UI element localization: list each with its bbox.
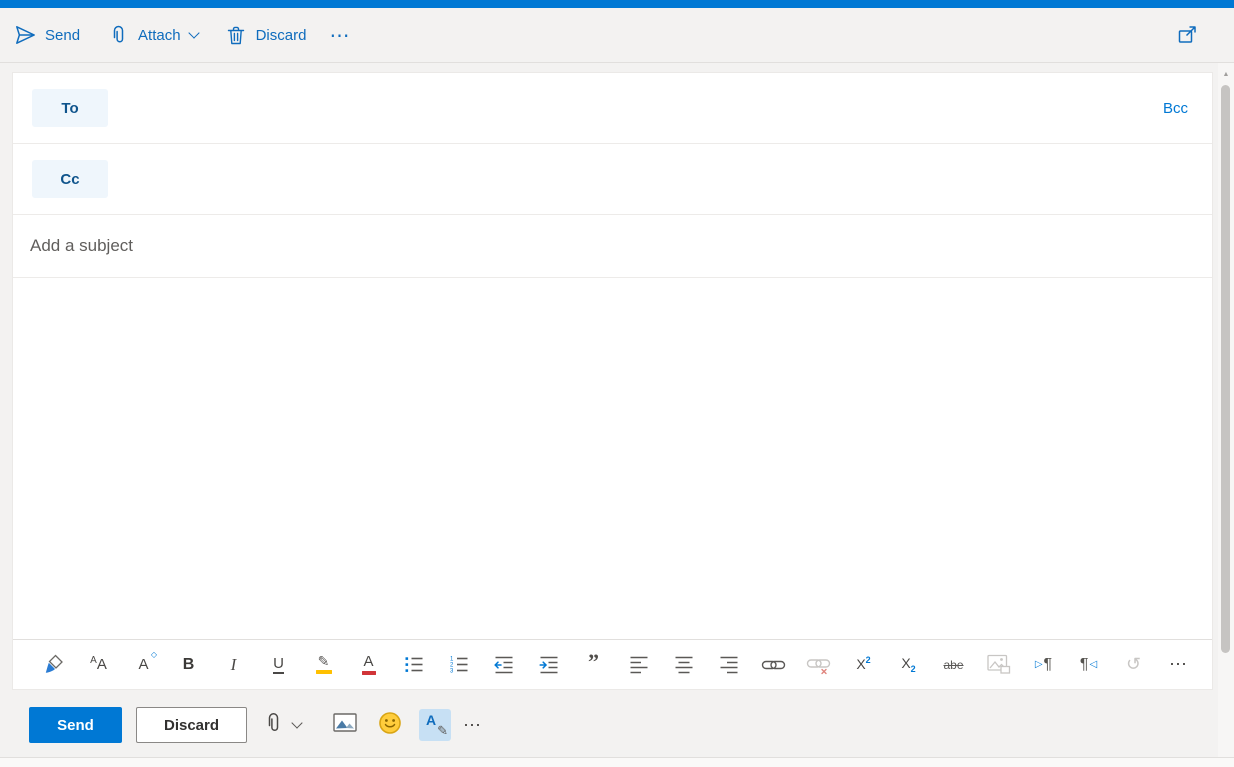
pen-letter: A bbox=[426, 712, 437, 728]
draw-accessibility-button[interactable]: A ✎ bbox=[419, 709, 451, 741]
subject-row bbox=[13, 215, 1212, 278]
format-painter-icon[interactable] bbox=[31, 640, 76, 690]
to-recipients-input[interactable] bbox=[108, 73, 1163, 143]
send-command-label: Send bbox=[45, 26, 81, 44]
left-to-right-icon[interactable]: ▷ ¶ bbox=[1021, 640, 1066, 690]
to-row: To Bcc bbox=[13, 73, 1212, 144]
chevron-down-icon[interactable] bbox=[291, 717, 303, 729]
bulleted-list-icon[interactable] bbox=[391, 640, 436, 690]
bcc-toggle-link[interactable]: Bcc bbox=[1163, 100, 1188, 117]
superscript-glyph: X2 bbox=[856, 655, 871, 672]
font-size-icon[interactable]: A ◇ bbox=[121, 640, 166, 690]
to-button-label: To bbox=[61, 99, 79, 117]
send-icon bbox=[14, 24, 36, 46]
paperclip-icon bbox=[107, 24, 129, 46]
message-body[interactable] bbox=[13, 278, 1212, 639]
right-to-left-glyph: ¶ ◁ bbox=[1079, 655, 1098, 673]
chevron-down-icon bbox=[187, 27, 200, 39]
attach-file-button[interactable] bbox=[262, 703, 303, 747]
paperclip-icon bbox=[262, 711, 284, 740]
vertical-scrollbar[interactable]: ▲ bbox=[1218, 63, 1234, 757]
highlight-color-icon[interactable]: ✎ bbox=[301, 640, 346, 690]
scrollbar-thumb[interactable] bbox=[1221, 85, 1230, 653]
svg-text:3: 3 bbox=[450, 668, 454, 674]
discard-button[interactable]: Discard bbox=[136, 707, 247, 743]
align-left-icon[interactable] bbox=[616, 640, 661, 690]
insert-link-icon[interactable] bbox=[751, 640, 796, 690]
numbered-list-icon[interactable]: 123 bbox=[436, 640, 481, 690]
image-icon bbox=[333, 712, 357, 738]
attach-command[interactable]: Attach bbox=[107, 24, 200, 46]
right-to-left-icon[interactable]: ¶ ◁ bbox=[1066, 640, 1111, 690]
subscript-glyph: X2 bbox=[901, 655, 916, 674]
italic-icon[interactable]: I bbox=[211, 640, 256, 690]
open-in-new-window-icon[interactable] bbox=[1176, 24, 1198, 46]
pencil-icon: ✎ bbox=[437, 723, 448, 738]
strikethrough-icon[interactable]: abe bbox=[931, 640, 976, 690]
insert-picture-icon[interactable] bbox=[976, 640, 1021, 690]
cc-button[interactable]: Cc bbox=[32, 160, 108, 198]
highlight-color-bar bbox=[315, 670, 332, 674]
discard-command[interactable]: Discard bbox=[225, 24, 307, 46]
quote-icon[interactable]: ” bbox=[571, 640, 616, 690]
font-color-icon[interactable]: A bbox=[346, 640, 391, 690]
scroll-up-arrow[interactable]: ▲ bbox=[1218, 71, 1234, 78]
superscript-icon[interactable]: X2 bbox=[841, 640, 886, 690]
more-commands-icon[interactable]: ⋯ bbox=[329, 23, 351, 48]
window-accent-strip bbox=[0, 0, 1234, 8]
formatting-toolbar: AA A ◇ B I U ✎ A 123 ” X2 X2 abe ▷ ¶ ¶ ◁… bbox=[13, 639, 1212, 689]
remove-link-icon[interactable] bbox=[796, 640, 841, 690]
underline-icon[interactable]: U bbox=[256, 640, 301, 690]
smiley-icon bbox=[378, 711, 402, 740]
subscript-icon[interactable]: X2 bbox=[886, 640, 931, 690]
decrease-indent-icon[interactable] bbox=[481, 640, 526, 690]
discard-command-label: Discard bbox=[255, 26, 307, 44]
more-formatting-icon[interactable]: ⋯ bbox=[1156, 640, 1201, 690]
trash-icon bbox=[225, 24, 247, 46]
cc-row: Cc bbox=[13, 144, 1212, 215]
compose-panel: To Bcc Cc AA A ◇ B I U bbox=[12, 72, 1213, 690]
attach-command-label: Attach bbox=[138, 26, 181, 44]
send-button[interactable]: Send bbox=[29, 707, 122, 743]
align-right-icon[interactable] bbox=[706, 640, 751, 690]
insert-emoji-button[interactable] bbox=[378, 703, 402, 747]
bottom-action-bar: Send Discard A ✎ ⋯ bbox=[0, 690, 1234, 757]
window-bottom-strip bbox=[0, 757, 1234, 767]
cc-button-label: Cc bbox=[60, 170, 80, 188]
font-name-glyph: AA bbox=[90, 655, 107, 673]
to-button[interactable]: To bbox=[32, 89, 108, 127]
font-size-mark: ◇ bbox=[150, 649, 157, 659]
cc-recipients-input[interactable] bbox=[108, 144, 1212, 214]
undo-icon[interactable]: ↺ bbox=[1111, 640, 1156, 690]
send-command[interactable]: Send bbox=[14, 24, 80, 46]
subject-input[interactable] bbox=[13, 236, 1212, 256]
increase-indent-icon[interactable] bbox=[526, 640, 571, 690]
compose-top-toolbar: Send Attach Discard ⋯ bbox=[0, 8, 1234, 63]
more-actions-icon[interactable]: ⋯ bbox=[463, 703, 483, 747]
insert-pictures-inline-button[interactable] bbox=[333, 703, 357, 747]
font-color-bar bbox=[361, 671, 376, 675]
font-name-icon[interactable]: AA bbox=[76, 640, 121, 690]
bold-icon[interactable]: B bbox=[166, 640, 211, 690]
align-center-icon[interactable] bbox=[661, 640, 706, 690]
left-to-right-glyph: ▷ ¶ bbox=[1034, 655, 1053, 673]
